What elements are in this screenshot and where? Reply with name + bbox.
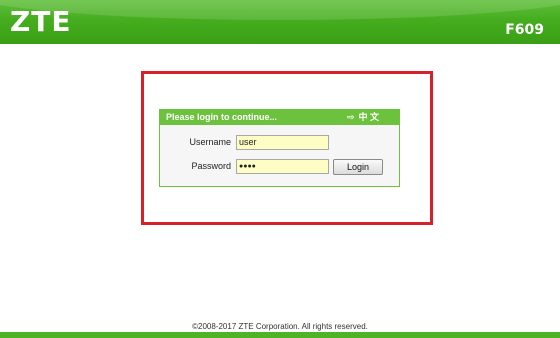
arrow-icon: ⇨ bbox=[346, 112, 355, 122]
language-switch[interactable]: ⇨ 中 文 bbox=[347, 110, 379, 125]
login-page: ZTE F609 Please login to continue... ⇨ 中 … bbox=[0, 0, 560, 338]
footer-bar bbox=[0, 332, 560, 338]
username-row: Username user bbox=[160, 135, 399, 151]
login-title: Please login to continue... bbox=[166, 112, 278, 122]
password-row: Password ●●●● Login bbox=[160, 159, 399, 175]
username-label: Username bbox=[189, 137, 231, 147]
header-bar: ZTE F609 bbox=[0, 0, 560, 44]
copyright-text: ©2008-2017 ZTE Corporation. All rights r… bbox=[192, 322, 368, 331]
model-name: F609 bbox=[505, 22, 544, 38]
zte-logo: ZTE bbox=[10, 5, 72, 38]
login-button[interactable]: Login bbox=[333, 159, 383, 175]
language-label: 中 文 bbox=[358, 112, 379, 122]
login-panel-header: Please login to continue... ⇨ 中 文 bbox=[160, 110, 399, 125]
login-panel: Please login to continue... ⇨ 中 文 Usernam… bbox=[159, 109, 400, 187]
username-input[interactable]: user bbox=[236, 135, 329, 150]
password-input[interactable]: ●●●● bbox=[236, 159, 329, 174]
password-label: Password bbox=[191, 161, 231, 171]
